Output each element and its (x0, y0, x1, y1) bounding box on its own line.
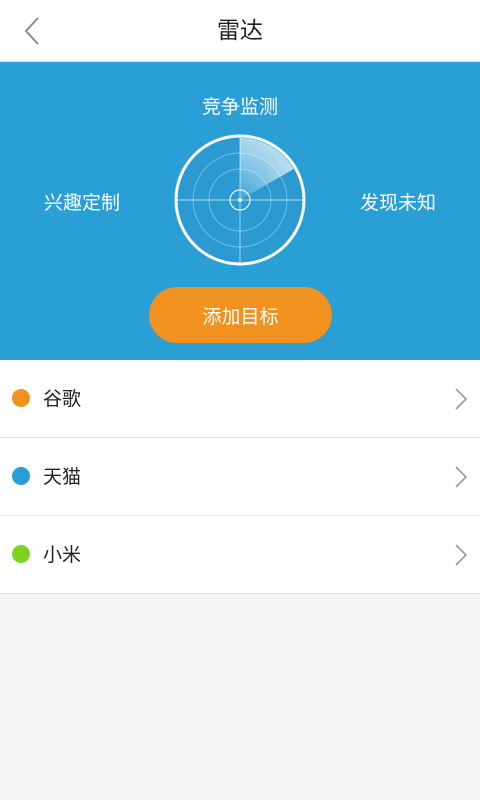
discover-unknown-link[interactable]: 发现未知 (360, 188, 436, 215)
chevron-right-icon (455, 544, 468, 566)
chevron-right-icon (455, 388, 468, 410)
target-label: 小米 (43, 544, 82, 566)
interest-custom-link[interactable]: 兴趣定制 (44, 188, 120, 215)
blue-dot-icon (12, 467, 30, 485)
target-label: 天猫 (43, 466, 82, 488)
radar-icon (174, 134, 306, 266)
target-label: 谷歌 (43, 388, 82, 410)
top-bar: 雷达 (0, 0, 480, 62)
competition-monitor-link[interactable]: 竞争监测 (0, 92, 480, 119)
orange-dot-icon (12, 389, 30, 407)
green-dot-icon (12, 545, 30, 563)
target-row-google[interactable]: 谷歌 (0, 360, 480, 438)
radar-panel: 竞争监测 兴趣定制 发现未知 添加目标 (0, 62, 480, 360)
chevron-right-icon (455, 466, 468, 488)
target-list: 谷歌 天猫 小米 (0, 360, 480, 594)
page-title: 雷达 (217, 18, 263, 44)
add-target-button[interactable]: 添加目标 (149, 287, 332, 343)
target-row-xiaomi[interactable]: 小米 (0, 516, 480, 594)
target-row-tmall[interactable]: 天猫 (0, 438, 480, 516)
